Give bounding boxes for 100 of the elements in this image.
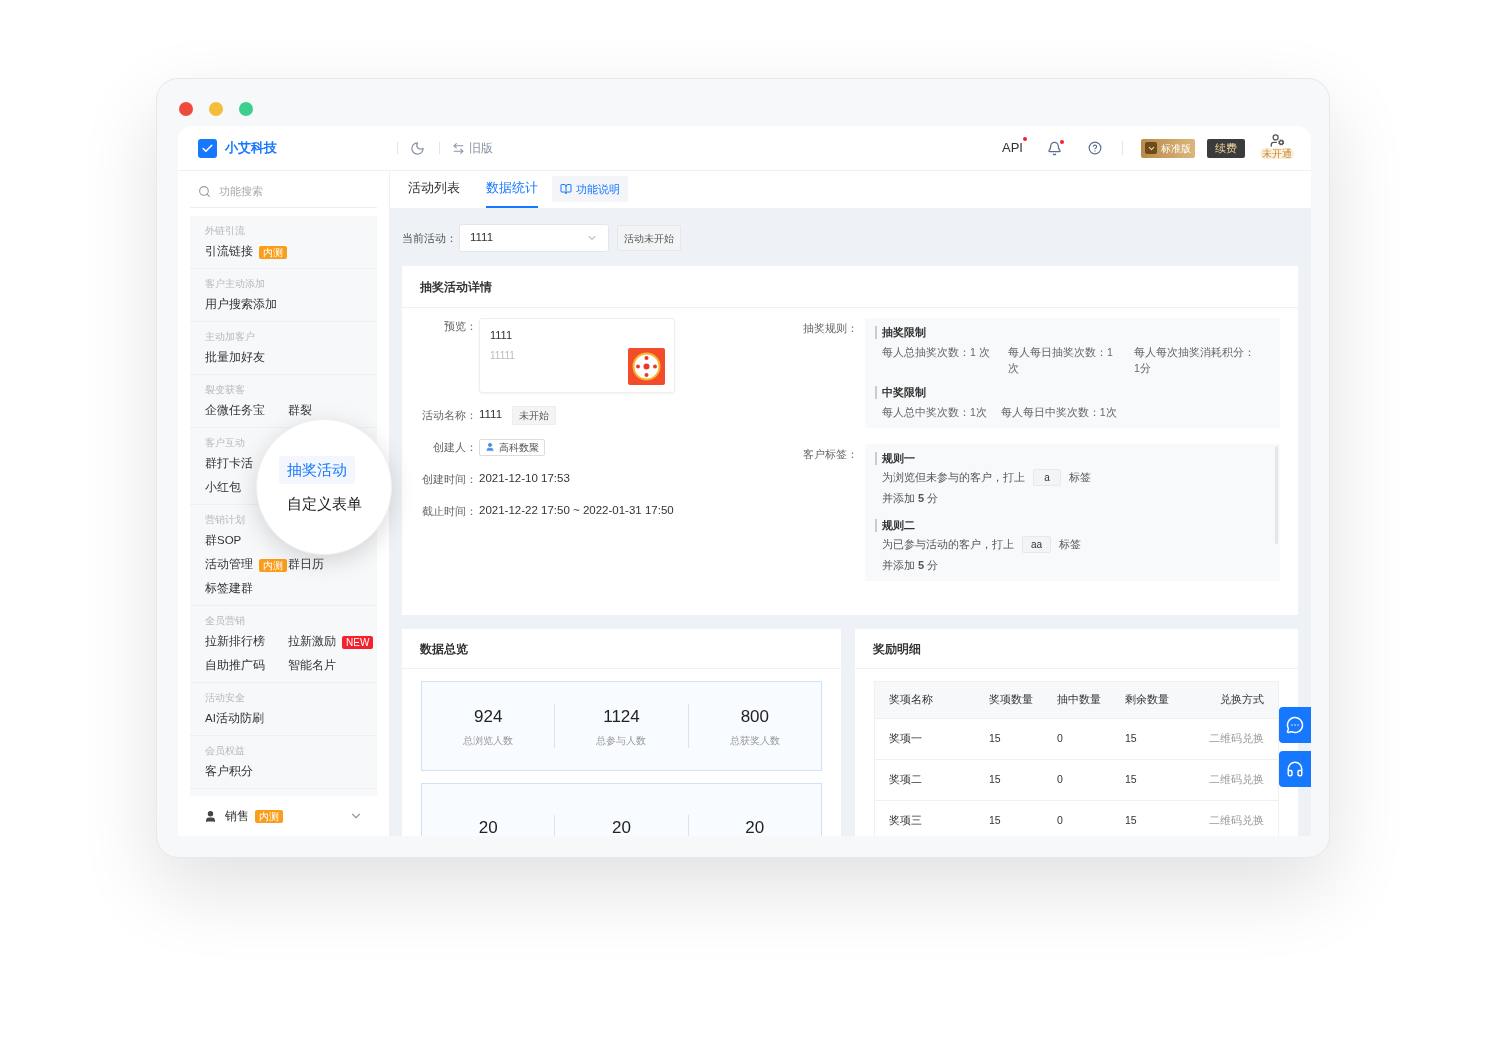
function-search-field[interactable]: 功能搜索 bbox=[219, 182, 359, 200]
menu-item[interactable]: 自助推广码 bbox=[205, 657, 265, 675]
rule-text: 为已参与活动的客户，打上 bbox=[882, 536, 1014, 552]
prize-wheel-icon bbox=[628, 348, 665, 385]
points-text: 并添加 5 分 bbox=[881, 491, 940, 506]
notification-bell-icon[interactable] bbox=[1047, 140, 1062, 156]
menu-item[interactable]: 引流链接 bbox=[205, 243, 253, 261]
menu-item[interactable]: 群日历 bbox=[288, 556, 324, 574]
menu-item[interactable]: 拉新激励 bbox=[288, 633, 336, 651]
rule-section-title: 规则二 bbox=[875, 518, 1270, 532]
stat-value: 20 bbox=[745, 817, 765, 836]
rule-text: 标签 bbox=[1069, 470, 1091, 486]
table-cell-text: 15 bbox=[989, 813, 1002, 829]
menu-section-title[interactable]: 销售 bbox=[225, 807, 249, 825]
popover-menu-item[interactable]: 自定义表单 bbox=[279, 490, 370, 519]
stat-value: 800 bbox=[740, 706, 769, 729]
column-header: 剩余数量 bbox=[1125, 692, 1170, 708]
user-icon bbox=[485, 442, 495, 452]
column-header: 抽中数量 bbox=[1057, 692, 1102, 708]
activity-status-badge: 活动未开始 bbox=[617, 225, 681, 251]
rule-section-title: 抽奖限制 bbox=[875, 326, 1270, 339]
table-cell-text: 二维码兑换 bbox=[1208, 813, 1264, 829]
field-label: 截止时间： bbox=[422, 503, 477, 519]
menu-item[interactable]: 用户搜索添加 bbox=[205, 296, 277, 314]
table-cell-text: 奖项一 bbox=[889, 731, 923, 747]
field-value: 1111 bbox=[479, 407, 503, 423]
table-cell-text: 15 bbox=[989, 731, 1002, 747]
sales-user-icon bbox=[204, 809, 217, 823]
renew-button[interactable]: 续费 bbox=[1207, 138, 1245, 158]
preview-subtitle: 11111 bbox=[490, 348, 516, 363]
stat-label: 总获奖人数 bbox=[729, 733, 780, 748]
stat-value: 20 bbox=[478, 817, 498, 836]
rule-section-title: 中奖限制 bbox=[875, 386, 1270, 399]
table-cell-text: 15 bbox=[1125, 813, 1138, 829]
card-title: 奖励明细 bbox=[855, 629, 1298, 669]
stat-label: 总浏览人数 bbox=[463, 733, 514, 748]
stat-value: 1124 bbox=[603, 706, 640, 729]
popover-menu-item[interactable]: 抽奖活动 bbox=[279, 455, 355, 484]
field-label: 客户标签： bbox=[802, 447, 858, 462]
menu-item[interactable]: AI活动防刷 bbox=[205, 710, 264, 728]
feature-badge: 内测 bbox=[259, 245, 287, 259]
rule-section-title: 规则一 bbox=[875, 452, 1270, 465]
dark-mode-icon[interactable] bbox=[410, 140, 425, 156]
table-cell-text: 15 bbox=[989, 772, 1002, 788]
maximize-window-icon[interactable] bbox=[239, 102, 253, 116]
table-cell-text: 二维码兑换 bbox=[1208, 772, 1264, 788]
menu-item[interactable]: 标签建群 bbox=[205, 580, 253, 598]
menu-item[interactable]: 智能名片 bbox=[288, 657, 336, 675]
field-value: 2021-12-10 17:53 bbox=[479, 471, 570, 487]
table-cell-text: 0 bbox=[1057, 772, 1064, 788]
menu-item[interactable]: 客户积分 bbox=[205, 763, 253, 781]
tab[interactable]: 活动列表 bbox=[408, 171, 460, 208]
menu-item[interactable]: 批量加好友 bbox=[205, 349, 265, 367]
feature-guide-button[interactable]: 功能说明 bbox=[552, 176, 628, 202]
support-button[interactable] bbox=[1279, 751, 1311, 787]
brand-name: 小艾科技 bbox=[225, 139, 277, 158]
table-cell-text: 15 bbox=[1125, 772, 1138, 788]
swap-arrows-icon bbox=[452, 141, 465, 155]
menu-item[interactable]: 企微任务宝 bbox=[205, 402, 265, 420]
menu-item[interactable]: 活动管理 bbox=[205, 556, 253, 574]
field-label: 创建时间： bbox=[422, 471, 477, 487]
menu-item[interactable]: 群打卡活 bbox=[205, 455, 253, 473]
card-title: 数据总览 bbox=[402, 629, 841, 669]
column-header: 奖项名称 bbox=[889, 692, 934, 708]
stat-label: 总参与人数 bbox=[596, 733, 647, 748]
chat-bubble-icon bbox=[1286, 716, 1304, 734]
menu-item[interactable]: 小红包 bbox=[205, 479, 241, 497]
field-label: 创建人： bbox=[432, 439, 477, 455]
table-cell-text: 奖项二 bbox=[889, 772, 923, 788]
menu-item[interactable]: 群SOP bbox=[205, 532, 242, 550]
column-header: 奖项数量 bbox=[989, 692, 1034, 708]
column-header: 兑换方式 bbox=[1219, 692, 1264, 708]
search-icon bbox=[198, 184, 211, 198]
feature-badge: NEW bbox=[342, 635, 374, 649]
rule-text: 每人每日抽奖次数：1 次 bbox=[1008, 345, 1114, 376]
creator-chip: 高科数聚 bbox=[479, 438, 545, 456]
rule-text: 每人每日中奖次数：1次 bbox=[1000, 405, 1117, 420]
rule-text: 标签 bbox=[1059, 536, 1082, 552]
table-cell-text: 15 bbox=[1125, 731, 1138, 747]
rule-text: 每人每次抽奖消耗积分：1分 bbox=[1134, 345, 1256, 376]
field-label: 活动名称： bbox=[422, 407, 477, 423]
help-icon[interactable] bbox=[1088, 141, 1102, 155]
current-activity-label: 当前活动： bbox=[402, 230, 457, 246]
rule-text: 每人总中奖次数：1次 bbox=[882, 405, 987, 420]
tag-chip: a bbox=[1033, 469, 1061, 486]
avatar-icon[interactable] bbox=[1269, 133, 1285, 148]
feature-badge: 内测 bbox=[255, 809, 283, 823]
close-window-icon[interactable] bbox=[179, 102, 193, 116]
headset-icon bbox=[1286, 760, 1304, 778]
api-link[interactable]: API bbox=[1002, 138, 1023, 158]
rule-text: 为浏览但未参与的客户，打上 bbox=[882, 470, 1025, 486]
card-title: 抽奖活动详情 bbox=[402, 266, 1298, 308]
table-cell-text: 0 bbox=[1057, 813, 1064, 829]
avatar-status-badge: 未开通 bbox=[1260, 148, 1294, 159]
menu-item[interactable]: 群裂 bbox=[288, 402, 312, 420]
activity-select[interactable]: 1111 bbox=[459, 224, 609, 252]
menu-item[interactable]: 拉新排行榜 bbox=[205, 633, 265, 651]
rule-text: 每人总抽奖次数：1 次 bbox=[882, 345, 991, 360]
chat-button[interactable] bbox=[1279, 707, 1311, 743]
field-label: 抽奖规则： bbox=[802, 321, 858, 336]
